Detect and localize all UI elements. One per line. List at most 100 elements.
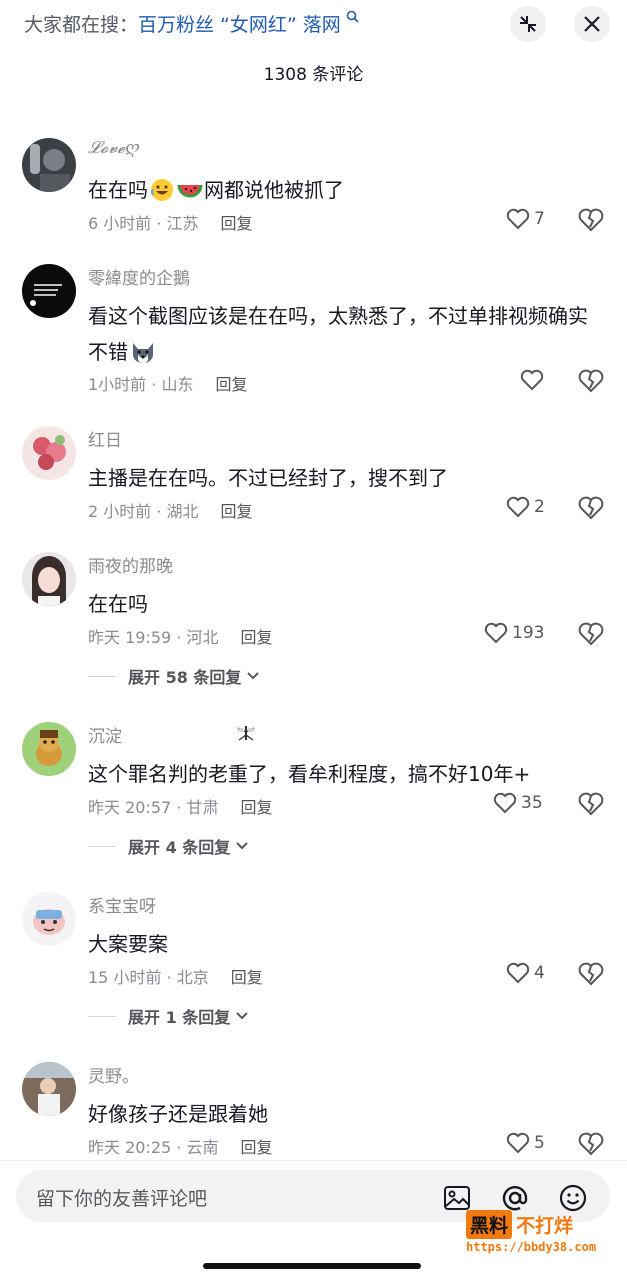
top-bar: 大家都在搜：百万粉丝 “女网红” 落网 [0, 0, 627, 50]
like-count: 4 [534, 963, 545, 983]
dislike-button[interactable] [578, 496, 604, 524]
expand-replies-label: 展开 1 条回复 [128, 1008, 231, 1027]
expand-replies-button[interactable]: 展开 58 条回复 [88, 664, 261, 688]
like-button[interactable]: 4 [506, 962, 545, 984]
comment-meta: 1小时前 · 山东 回复 [88, 371, 247, 395]
avatar[interactable] [22, 264, 76, 318]
close-button[interactable] [574, 6, 610, 42]
reply-button[interactable]: 回复 [240, 628, 272, 647]
dislike-button[interactable] [578, 962, 604, 990]
chevron-down-icon [236, 1012, 248, 1020]
comment-text-part: 好像孩子还是跟着她 [88, 1102, 268, 1126]
like-button[interactable]: 193 [484, 622, 544, 644]
at-icon[interactable] [500, 1183, 530, 1213]
comment-meta: 昨天 19:59 · 河北 回复 [88, 624, 272, 648]
comment-text-part: 看这个截图应该是在在吗，太熟悉了，不过单排视频确实不错 [88, 304, 588, 364]
reply-button[interactable]: 回复 [240, 798, 272, 817]
comment-item: 雨夜的那晚 在在吗 昨天 19:59 · 河北 回复 193 展开 58 条回复 [0, 552, 627, 692]
dislike-button[interactable] [578, 1132, 604, 1160]
like-button[interactable]: 35 [493, 792, 543, 814]
emoji-icon[interactable] [558, 1183, 588, 1213]
comment-text-part: 在在吗 [88, 592, 148, 616]
comment-time-location: 6 小时前 · 江苏 [88, 214, 199, 233]
dislike-button[interactable] [578, 369, 604, 397]
watermark: 黑料 不打烊 https://bbdy38.com [466, 1210, 614, 1260]
comment-meta: 15 小时前 · 北京 回复 [88, 964, 263, 988]
comment-username[interactable]: 红日 [88, 426, 122, 451]
comment-username[interactable]: 雨夜的那晚 [88, 552, 173, 577]
broken-heart-icon [578, 496, 604, 520]
image-icon[interactable] [442, 1183, 472, 1213]
like-count: 2 [534, 497, 545, 517]
expand-replies-button[interactable]: 展开 4 条回复 [88, 834, 250, 858]
comment-item: 沉淀 这个罪名判的老重了，看牟利程度，搞不好10年+ 昨天 20:57 · 甘肃… [0, 722, 627, 862]
comment-text: 主播是在在吗。不过已经封了，搜不到了 [88, 460, 588, 496]
comment-item: 红日 主播是在在吗。不过已经封了，搜不到了 2 小时前 · 湖北 回复 2 [0, 426, 627, 526]
like-button[interactable] [520, 369, 548, 391]
comment-username[interactable]: 零緯度的企鵝 [88, 264, 190, 289]
comment-text-part: 网都说他被抓了 [204, 178, 344, 202]
heart-icon [506, 962, 530, 984]
avatar[interactable] [22, 138, 76, 192]
comment-item: 零緯度的企鵝 看这个截图应该是在在吗，太熟悉了，不过单排视频确实不错 1小时前 … [0, 264, 627, 404]
reply-button[interactable]: 回复 [215, 375, 247, 394]
comment-time-location: 15 小时前 · 北京 [88, 968, 209, 987]
broken-heart-icon [578, 962, 604, 986]
expand-replies-button[interactable]: 展开 1 条回复 [88, 1004, 250, 1028]
comment-text-part: 这个罪名判的老重了，看牟利程度，搞不好10年+ [88, 762, 531, 786]
dislike-button[interactable] [578, 622, 604, 650]
comment-text: 看这个截图应该是在在吗，太熟悉了，不过单排视频确实不错 [88, 298, 588, 370]
avatar[interactable] [22, 1062, 76, 1116]
expand-divider [88, 845, 116, 847]
mosquito-badge-icon [234, 722, 258, 748]
watermark-brand: 黑料 不打烊 [466, 1210, 573, 1239]
watermark-brand-text: 不打烊 [516, 1215, 574, 1237]
expand-replies-label: 展开 58 条回复 [128, 668, 242, 687]
heart-icon [506, 208, 530, 230]
watermark-url: https://bbdy38.com [466, 1240, 597, 1254]
comment-text-part: 主播是在在吗。不过已经封了，搜不到了 [88, 466, 448, 490]
expand-replies-label: 展开 4 条回复 [128, 838, 231, 857]
avatar[interactable] [22, 892, 76, 946]
comment-count: 1308 条评论 [263, 65, 364, 85]
search-suggestion[interactable]: 大家都在搜：百万粉丝 “女网红” 落网 [24, 10, 359, 37]
avatar[interactable] [22, 722, 76, 776]
dislike-button[interactable] [578, 792, 604, 820]
comment-username[interactable]: 𝓛𝓸𝓿𝓮ღ [88, 138, 140, 158]
chevron-down-icon [247, 672, 260, 680]
like-button[interactable]: 5 [506, 1132, 545, 1154]
comment-username[interactable]: 灵野。 [88, 1062, 139, 1087]
rolling-laugh-emoji [149, 177, 175, 203]
comment-time-location: 昨天 19:59 · 河北 [88, 628, 219, 647]
chevron-down-icon [236, 842, 248, 850]
comment-item: 𝓛𝓸𝓿𝓮ღ 在在吗 网都说他被抓了 6 小时前 · 江苏 回复 7 [0, 138, 627, 258]
comment-item: 灵野。 好像孩子还是跟着她 昨天 20:25 · 云南 回复 5 [0, 1062, 627, 1160]
comment-meta: 2 小时前 · 湖北 回复 [88, 498, 253, 522]
watermelon-emoji [177, 177, 203, 203]
avatar[interactable] [22, 552, 76, 606]
broken-heart-icon [578, 1132, 604, 1156]
heart-icon [484, 622, 508, 644]
expand-divider [88, 675, 116, 677]
dislike-button[interactable] [578, 208, 604, 236]
comment-time-location: 1小时前 · 山东 [88, 375, 194, 394]
avatar[interactable] [22, 426, 76, 480]
like-count: 35 [521, 793, 543, 813]
comment-username[interactable]: 系宝宝呀 [88, 892, 156, 917]
reply-button[interactable]: 回复 [221, 502, 253, 521]
watermark-brand-box: 黑料 [466, 1210, 513, 1239]
heart-icon [520, 369, 544, 391]
comment-text: 在在吗 [88, 586, 588, 622]
comment-username[interactable]: 沉淀 [88, 722, 122, 747]
comment-time-location: 2 小时前 · 湖北 [88, 502, 199, 521]
search-suggestion-prefix: 大家都在搜： [24, 14, 139, 36]
comment-text: 在在吗 网都说他被抓了 [88, 172, 588, 208]
reply-button[interactable]: 回复 [221, 214, 253, 233]
reply-button[interactable]: 回复 [231, 968, 263, 987]
like-button[interactable]: 2 [506, 496, 545, 518]
reply-button[interactable]: 回复 [240, 1138, 272, 1157]
heart-icon [506, 496, 530, 518]
collapse-button[interactable] [510, 6, 546, 42]
search-suggestion-query[interactable]: 百万粉丝 “女网红” 落网 [138, 14, 341, 36]
like-button[interactable]: 7 [506, 208, 545, 230]
